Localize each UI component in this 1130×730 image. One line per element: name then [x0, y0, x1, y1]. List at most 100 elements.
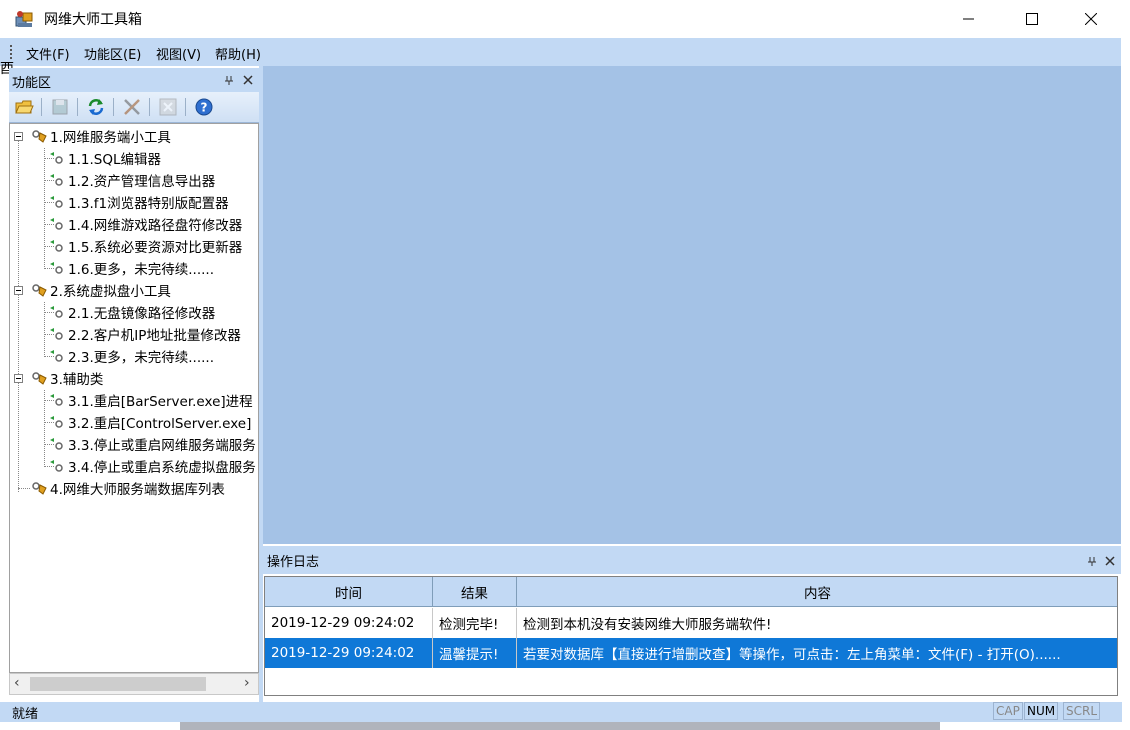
panel-close-icon[interactable] [1105, 556, 1115, 566]
tree-node[interactable]: 3.辅助类 [30, 367, 103, 389]
status-text: 就绪 [12, 707, 39, 722]
tree-guide-line [44, 390, 45, 467]
log-time-cell: 2019-12-29 09:24:02 [265, 608, 433, 638]
background-window-strip [180, 722, 940, 730]
window-right-edge [1121, 38, 1130, 702]
tool-leaf-icon [48, 216, 66, 232]
tree-node[interactable]: 3.2.重启[ControlServer.exe] [48, 411, 251, 433]
toolbar-separator [149, 98, 150, 116]
tree-node-label: 1.5.系统必要资源对比更新器 [68, 240, 243, 256]
tool-leaf-icon [48, 304, 66, 320]
svg-text:?: ? [201, 101, 208, 115]
tool-leaf-icon [48, 414, 66, 430]
tool-leaf-icon [48, 260, 66, 276]
menu-grip[interactable] [10, 45, 14, 59]
panel-close-icon[interactable] [243, 75, 253, 85]
help-icon[interactable]: ? [194, 97, 214, 117]
menu-view[interactable]: 视图(V) [156, 44, 201, 63]
tool-leaf-icon [48, 348, 66, 364]
tools-icon [30, 282, 48, 298]
tree-expander[interactable] [14, 374, 23, 383]
tree-node[interactable]: 1.2.资产管理信息导出器 [48, 169, 215, 191]
disk-icon[interactable] [50, 97, 70, 117]
tools-icon[interactable] [122, 97, 142, 117]
close-icon [1085, 13, 1097, 25]
app-icon [15, 11, 33, 27]
tree-node-label: 3.2.重启[ControlServer.exe] [68, 416, 252, 432]
tree-horizontal-scrollbar[interactable]: ‹ › [9, 673, 259, 695]
delete-icon[interactable] [158, 97, 178, 117]
function-panel-title: 功能区 [12, 76, 52, 91]
scroll-thumb[interactable] [30, 677, 206, 691]
tree-node-label: 1.2.资产管理信息导出器 [68, 174, 216, 190]
tree-node[interactable]: 1.5.系统必要资源对比更新器 [48, 235, 242, 257]
tool-leaf-icon [48, 458, 66, 474]
maximize-button[interactable] [1009, 0, 1055, 38]
tree-node-label: 2.系统虚拟盘小工具 [50, 284, 171, 300]
tree-node-label: 3.辅助类 [50, 372, 104, 388]
tree-expander[interactable] [14, 286, 23, 295]
tree-node[interactable]: 1.1.SQL编辑器 [48, 147, 161, 169]
tools-icon [30, 370, 48, 386]
menu-file[interactable]: 文件(F) [26, 44, 70, 63]
tree-node[interactable]: 1.4.网维游戏路径盘符修改器 [48, 213, 242, 235]
tree-node[interactable]: 1.网维服务端小工具 [30, 125, 171, 147]
tree-expander[interactable] [14, 132, 23, 141]
mdi-workspace [263, 66, 1121, 544]
log-content-cell: 若要对数据库【直接进行增删改查】等操作，可点击：左上角菜单：文件(F) - 打开… [517, 638, 1117, 668]
tree-node-label: 2.1.无盘镜像路径修改器 [68, 306, 216, 322]
minimize-button[interactable] [946, 0, 992, 38]
log-panel-header [263, 546, 1121, 574]
tree-guide-line [18, 140, 19, 492]
tree-node-label: 1.网维服务端小工具 [50, 130, 171, 146]
close-button[interactable] [1068, 0, 1114, 38]
scroll-left-icon[interactable]: ‹ [14, 675, 20, 691]
tools-icon [30, 128, 48, 144]
tree-node[interactable]: 2.1.无盘镜像路径修改器 [48, 301, 215, 323]
tree-node[interactable]: 4.网维大师服务端数据库列表 [30, 477, 225, 499]
tree-guide-line [44, 148, 45, 269]
column-header-result[interactable]: 结果 [433, 577, 517, 607]
menu-function-area[interactable]: 功能区(E) [84, 44, 141, 63]
tool-leaf-icon [48, 436, 66, 452]
tree-node-label: 3.1.重启[BarServer.exe]进程 [68, 394, 253, 410]
menu-help[interactable]: 帮助(H) [215, 44, 261, 63]
tree-node[interactable]: 3.4.停止或重启系统虚拟盘服务 [48, 455, 256, 477]
tool-leaf-icon [48, 194, 66, 210]
minimize-icon [963, 18, 974, 20]
tree-node[interactable]: 2.2.客户机IP地址批量修改器 [48, 323, 241, 345]
tool-leaf-icon [48, 238, 66, 254]
tree-node-label: 3.4.停止或重启系统虚拟盘服务 [68, 460, 256, 476]
tree-node[interactable]: 3.1.重启[BarServer.exe]进程 [48, 389, 253, 411]
column-header-time[interactable]: 时间 [265, 577, 433, 607]
pin-icon[interactable] [224, 75, 234, 85]
tree-node[interactable]: 2.3.更多，未完待续...... [48, 345, 214, 367]
refresh-icon[interactable] [86, 97, 106, 117]
tree-guide-line [44, 302, 45, 357]
scroll-right-icon[interactable]: › [244, 675, 250, 691]
num-indicator: NUM [1024, 702, 1059, 720]
tree-node[interactable]: 1.6.更多，未完待续...... [48, 257, 214, 279]
log-time-cell: 2019-12-29 09:24:02 [265, 638, 433, 668]
toolbar-separator [77, 98, 78, 116]
log-table[interactable]: 时间 结果 内容 2019-12-29 09:24:02 检测完毕! 检测到本机… [264, 576, 1118, 696]
log-content-cell: 检测到本机没有安装网维大师服务端软件! [517, 608, 1117, 638]
function-tree[interactable]: 1.网维服务端小工具 1.1.SQL编辑器 1.2.资产管理信息导出器 1.3.… [9, 123, 259, 673]
scrl-indicator: SCRL [1063, 702, 1101, 720]
log-panel-title: 操作日志 [267, 555, 320, 570]
maximize-icon [1026, 13, 1038, 25]
tool-leaf-icon [48, 172, 66, 188]
tree-node-label: 3.3.停止或重启网维服务端服务 [68, 438, 256, 454]
toolbar-separator [185, 98, 186, 116]
tree-node[interactable]: 2.系统虚拟盘小工具 [30, 279, 171, 301]
tree-node[interactable]: 3.3.停止或重启网维服务端服务 [48, 433, 256, 455]
pin-icon[interactable] [1087, 556, 1097, 566]
tree-node-label: 1.6.更多，未完待续...... [68, 262, 215, 278]
open-folder-icon[interactable] [14, 97, 34, 117]
log-result-cell: 检测完毕! [433, 608, 517, 638]
column-header-content[interactable]: 内容 [517, 577, 1117, 607]
tool-leaf-icon [48, 150, 66, 166]
title-bar[interactable]: 网维大师工具箱 [0, 0, 1130, 38]
window-title: 网维大师工具箱 [44, 12, 142, 28]
tree-node[interactable]: 1.3.f1浏览器特别版配置器 [48, 191, 229, 213]
